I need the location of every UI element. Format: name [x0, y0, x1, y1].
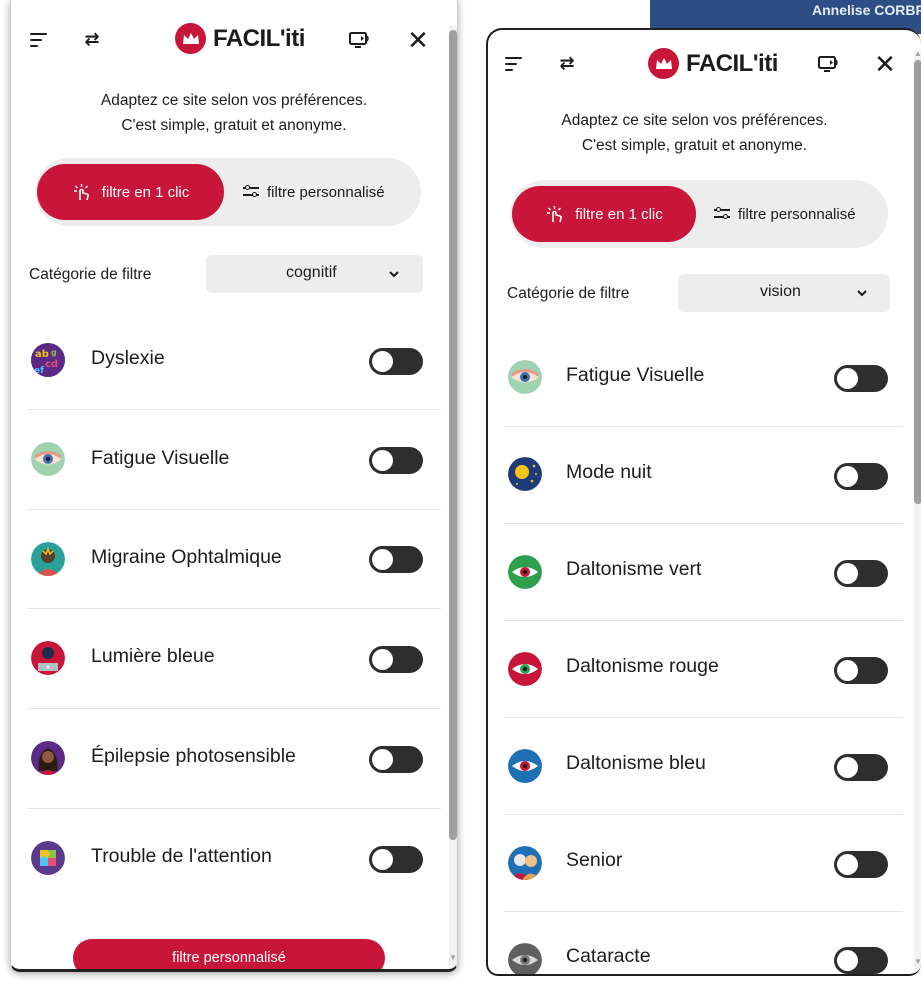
background-user-name: Annelise CORBRION: [812, 2, 921, 18]
filter-item-green-colorblind[interactable]: Daltonisme vert: [504, 524, 903, 621]
cataract-icon: [508, 943, 542, 974]
panel-header: ⇄ FACIL'iti ✕: [11, 0, 457, 70]
filter-item-dyslexia[interactable]: ab cd ef g Dyslexie: [27, 310, 441, 410]
filter-item-senior[interactable]: Senior: [504, 815, 903, 912]
close-icon[interactable]: ✕: [405, 25, 431, 55]
blue-light-icon: [31, 641, 65, 676]
scroll-down-arrow-icon[interactable]: ▼: [449, 954, 457, 962]
senior-toggle[interactable]: [834, 851, 888, 878]
filter-item-cataract[interactable]: Cataracte: [504, 912, 903, 974]
filter-item-night-mode[interactable]: Mode nuit: [504, 427, 903, 524]
red-eye-icon: [508, 652, 542, 686]
crown-logo-icon: [175, 23, 206, 54]
svg-text:cd: cd: [45, 359, 58, 370]
intro-text: Adaptez ce site selon vos préférences. C…: [561, 112, 828, 154]
swap-icon[interactable]: ⇄: [79, 27, 105, 51]
filter-item-eye-fatigue[interactable]: Fatigue Visuelle: [504, 330, 903, 427]
eye-fatigue-icon: [31, 441, 65, 476]
chevron-down-icon: [857, 290, 867, 297]
filter-item-epilepsy[interactable]: Épilepsie photosensible: [27, 709, 441, 809]
filter-mode-toggle: filtre en 1 clic filtre personnalisé: [510, 180, 888, 248]
sliders-icon: [714, 206, 730, 222]
one-click-filter-button[interactable]: filtre en 1 clic: [512, 186, 696, 242]
night-mode-icon: [508, 457, 542, 491]
senior-icon: [508, 846, 542, 880]
scrollbar-thumb[interactable]: [449, 30, 457, 840]
filter-item-blue-colorblind[interactable]: Daltonisme bleu: [504, 718, 903, 815]
green-colorblind-toggle[interactable]: [834, 560, 888, 587]
green-eye-icon: [508, 555, 542, 589]
filter-category-select[interactable]: cognitif: [206, 255, 423, 293]
filter-category-label: Catégorie de filtre: [29, 266, 152, 283]
filter-item-red-colorblind[interactable]: Daltonisme rouge: [504, 621, 903, 718]
scrollbar[interactable]: ▼: [449, 26, 457, 969]
eye-fatigue-toggle[interactable]: [369, 446, 423, 474]
custom-filter-tab[interactable]: filtre personnalisé: [243, 164, 385, 220]
filter-category-value: vision: [760, 283, 801, 300]
facilti-logo: FACIL'iti: [175, 23, 305, 54]
svg-text:g: g: [51, 348, 57, 357]
facilti-panel-vision: ⇄ FACIL'iti ✕ Adaptez ce site selon vos …: [486, 28, 921, 976]
attention-toggle[interactable]: [369, 845, 423, 873]
crown-logo-icon: [648, 48, 679, 79]
migraine-toggle[interactable]: [369, 545, 423, 573]
dyslexia-toggle[interactable]: [369, 348, 423, 375]
dyslexia-icon: ab cd ef g: [31, 343, 65, 377]
filter-category-value: cognitif: [286, 264, 337, 281]
one-click-filter-button[interactable]: filtre en 1 clic: [37, 164, 224, 220]
scroll-down-arrow-icon[interactable]: ▼: [914, 958, 921, 966]
epilepsy-icon: [31, 741, 65, 776]
filter-category-label: Catégorie de filtre: [507, 285, 630, 302]
migraine-icon: [31, 541, 65, 576]
scrollbar-thumb[interactable]: [914, 60, 921, 504]
menu-icon[interactable]: [502, 52, 526, 76]
menu-icon[interactable]: [27, 28, 51, 52]
filter-category-select[interactable]: vision: [678, 274, 890, 312]
red-colorblind-toggle[interactable]: [834, 657, 888, 684]
filter-mode-toggle: filtre en 1 clic filtre personnalisé: [35, 158, 421, 226]
intro-text: Adaptez ce site selon vos préférences. C…: [100, 92, 368, 134]
svg-text:ef: ef: [34, 366, 44, 376]
chevron-down-icon: [389, 271, 399, 278]
filter-category-row: Catégorie de filtre cognitif: [11, 255, 457, 295]
hand-click-icon: [73, 184, 89, 201]
sliders-icon: [243, 184, 259, 200]
filter-item-blue-light[interactable]: Lumière bleue: [27, 609, 441, 710]
filter-item-eye-fatigue[interactable]: Fatigue Visuelle: [27, 410, 441, 510]
cataract-toggle[interactable]: [834, 947, 888, 974]
epilepsy-toggle[interactable]: [369, 746, 423, 774]
panel-header: ⇄ FACIL'iti ✕: [488, 30, 921, 100]
puzzle-icon: [31, 840, 65, 875]
filter-item-migraine[interactable]: Migraine Ophtalmique: [27, 510, 441, 610]
eye-fatigue-icon: [508, 360, 542, 394]
filter-list: Fatigue Visuelle Mode nuit Daltonisme ve…: [504, 330, 903, 974]
swap-icon[interactable]: ⇄: [554, 51, 580, 75]
screen-reader-icon[interactable]: [347, 29, 373, 51]
facilti-logo: FACIL'iti: [648, 48, 778, 79]
scroll-up-arrow-icon[interactable]: ▲: [914, 50, 921, 58]
filter-list: ab cd ef g Dyslexie Fatigue Visuelle Migrai…: [27, 310, 441, 909]
custom-filter-button[interactable]: filtre personnalisé: [73, 939, 385, 969]
blue-eye-icon: [508, 749, 542, 783]
blue-light-toggle[interactable]: [369, 646, 423, 674]
screen-reader-icon[interactable]: [816, 53, 842, 75]
filter-category-row: Catégorie de filtre vision: [488, 274, 921, 314]
hand-click-icon: [547, 206, 563, 223]
close-icon[interactable]: ✕: [872, 49, 898, 79]
eye-fatigue-toggle[interactable]: [834, 365, 888, 392]
scrollbar[interactable]: ▲ ▼: [914, 50, 921, 974]
custom-filter-tab[interactable]: filtre personnalisé: [714, 186, 856, 242]
night-mode-toggle[interactable]: [834, 463, 888, 490]
blue-colorblind-toggle[interactable]: [834, 754, 888, 781]
filter-item-attention[interactable]: Trouble de l'attention: [27, 809, 441, 909]
facilti-panel-cognitive: ⇄ FACIL'iti ✕ Adaptez ce site selon vos …: [10, 0, 458, 972]
